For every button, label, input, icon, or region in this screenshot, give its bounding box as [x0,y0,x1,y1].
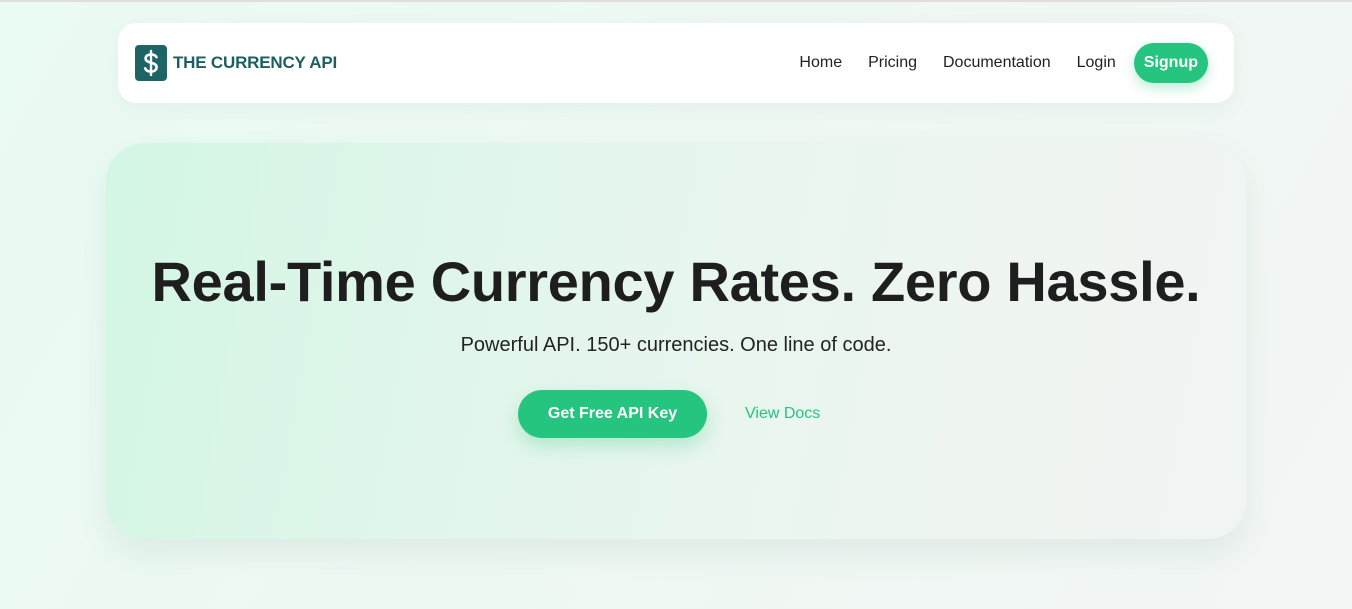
view-docs-link[interactable]: View Docs [745,405,820,423]
navbar: THE CURRENCY API Home Pricing Documentat… [118,23,1234,103]
nav-link-home[interactable]: Home [799,54,842,72]
hero-actions: Get Free API Key View Docs [518,390,820,438]
hero-section: Real-Time Currency Rates. Zero Hassle. P… [106,143,1246,539]
dollar-sign-icon [135,45,167,81]
nav-link-login[interactable]: Login [1077,54,1116,72]
nav-link-documentation[interactable]: Documentation [943,54,1051,72]
nav-link-pricing[interactable]: Pricing [868,54,917,72]
signup-button[interactable]: Signup [1133,43,1208,83]
brand-name: THE CURRENCY API [173,53,337,72]
hero-subtitle: Powerful API. 150+ currencies. One line … [460,334,892,356]
nav-links: Home Pricing Documentation Login Signup [799,43,1208,83]
brand-link[interactable]: THE CURRENCY API [135,45,337,81]
hero-title: Real-Time Currency Rates. Zero Hassle. [151,250,1201,313]
get-api-key-button[interactable]: Get Free API Key [518,390,707,438]
